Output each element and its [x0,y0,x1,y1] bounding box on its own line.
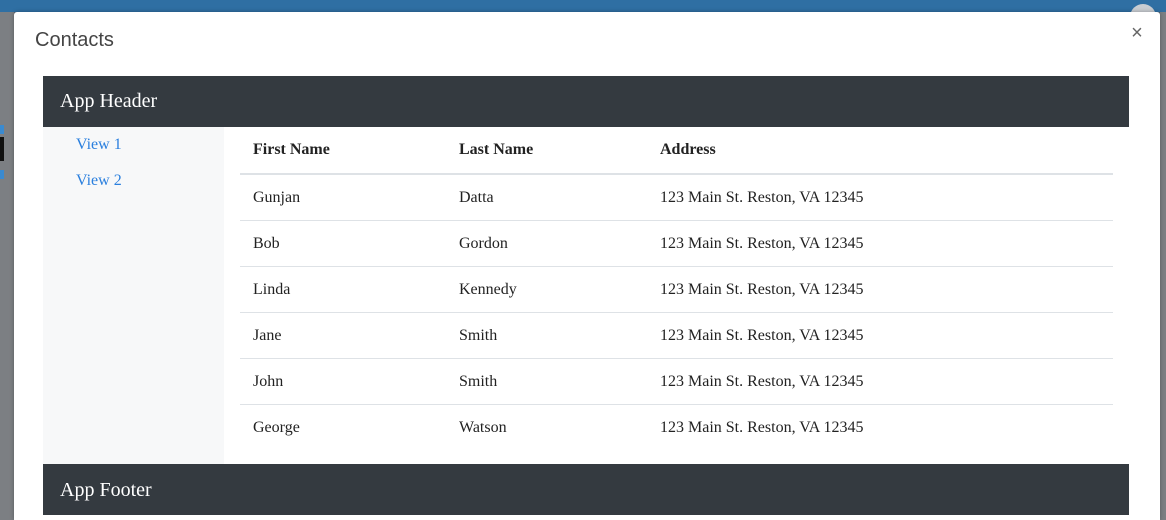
sidebar: View 1 View 2 [43,127,224,464]
cell-address: 123 Main St. Reston, VA 12345 [660,418,864,436]
background-left-mark [0,137,4,161]
cell-first-name: Jane [240,312,446,359]
cell-first-name: Linda [240,266,446,313]
app-header: App Header [43,76,1129,127]
cell-first-name: George [253,418,300,436]
cell-last-name: Datta [446,174,647,221]
table-row: Jane Smith 123 Main St. Reston, VA 12345 [240,312,1113,359]
background-left-tab [0,170,4,179]
background-right-edge [1160,12,1166,520]
cell-last-name: Kennedy [446,266,647,313]
cell-address: 123 Main St. Reston, VA 12345 [647,358,1113,405]
column-header-first-name: First Name [240,127,446,175]
cell-last-name: Smith [446,312,647,359]
cell-last-name: Watson [459,418,507,436]
cell-address: 123 Main St. Reston, VA 12345 [647,312,1113,359]
table-row: George Watson 123 Main St. Reston, VA 12… [240,405,1113,451]
column-header-address: Address [647,127,1113,175]
contacts-dialog: Contacts × App Header View 1 View 2 Firs… [14,12,1160,520]
background-top-bar [0,0,1166,12]
background-left-edge [0,12,14,520]
table-row: Gunjan Datta 123 Main St. Reston, VA 123… [240,174,1113,221]
contacts-table: First Name Last Name Address Gunjan Datt… [240,127,1113,450]
table-row: Bob Gordon 123 Main St. Reston, VA 12345 [240,220,1113,267]
cell-first-name: John [240,358,446,405]
table-row: John Smith 123 Main St. Reston, VA 12345 [240,358,1113,405]
cell-address: 123 Main St. Reston, VA 12345 [647,266,1113,313]
cell-first-name: Gunjan [240,174,446,221]
dialog-title: Contacts [35,29,114,51]
contacts-table-container: First Name Last Name Address Gunjan Datt… [240,127,1113,450]
table-row: Linda Kennedy 123 Main St. Reston, VA 12… [240,266,1113,313]
sidebar-link-view-1[interactable]: View 1 [76,136,122,154]
cell-address: 123 Main St. Reston, VA 12345 [647,174,1113,221]
cell-last-name: Smith [446,358,647,405]
app-footer: App Footer [43,464,1129,515]
app-body: View 1 View 2 First Name Last Name Addre… [43,127,1129,464]
cell-address: 123 Main St. Reston, VA 12345 [647,220,1113,267]
cell-last-name: Gordon [446,220,647,267]
column-header-last-name: Last Name [446,127,647,175]
close-icon[interactable]: × [1127,22,1147,44]
sidebar-link-view-2[interactable]: View 2 [76,172,122,190]
background-left-tab [0,125,4,134]
cell-first-name: Bob [240,220,446,267]
table-header-row: First Name Last Name Address [240,127,1113,175]
